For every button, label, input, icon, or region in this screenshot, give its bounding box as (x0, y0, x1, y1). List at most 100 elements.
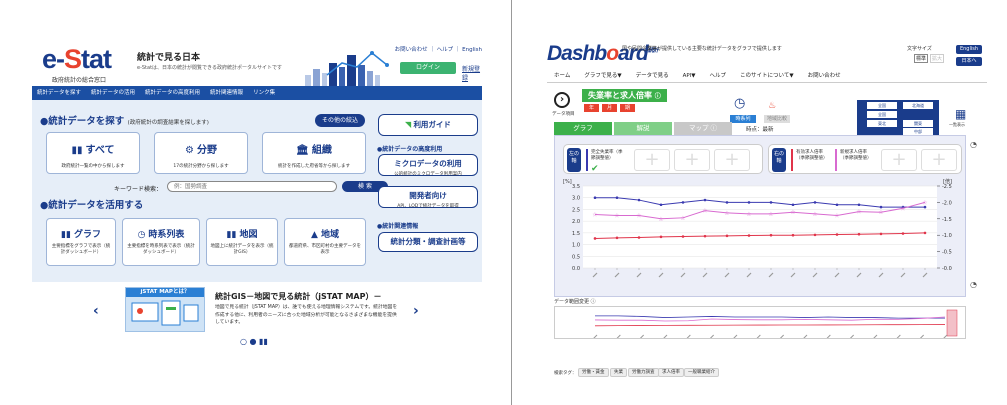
series-point-pink: ☆ (900, 205, 905, 212)
nav-item-search[interactable]: 統計データを探す (32, 86, 86, 100)
range-slider-chart[interactable] (554, 306, 966, 339)
register-link[interactable]: 新規登録 (462, 64, 482, 82)
series-point-pink: ☆ (746, 211, 751, 218)
add-right-series-button[interactable]: + (881, 149, 917, 171)
settings-help-icon[interactable]: ◔ (970, 140, 977, 149)
tab-graph[interactable]: グラフ (554, 122, 612, 135)
font-size-large-button[interactable]: 拡大 (930, 54, 944, 63)
tab-explanation[interactable]: 解説 (614, 122, 672, 135)
developer-button[interactable]: 開発者向け API、LODで統計データを取得 (378, 186, 478, 209)
carousel-dots[interactable]: ○ ● ▮▮ (240, 337, 268, 346)
tag-labor[interactable]: 労働・賃金 (578, 368, 609, 377)
user-guide-button[interactable]: ◥ 利用ガイド (378, 114, 478, 136)
banner-head: jSTAT MAPとは？ (126, 288, 204, 297)
microdata-sub: 公的統計のミクロデータ利用案内 (394, 172, 462, 177)
series-point-blue (615, 196, 619, 200)
gis-title[interactable]: 統計GIS－地図で見る統計（jSTAT MAP）－ (215, 291, 381, 302)
period-quarter-button[interactable]: 期 (620, 104, 635, 112)
card-region[interactable]: ▲ 地域 都道府県、市区町村の主要データを表示 (284, 218, 366, 266)
use-section-title: ●統計データを活用する (40, 200, 144, 211)
area-compare-tab[interactable]: 地域比較 (764, 115, 790, 123)
nav-item-use[interactable]: 統計データの活用 (86, 86, 140, 100)
range-x-tick (779, 334, 785, 338)
nav-contact[interactable]: お問い合わせ (801, 71, 848, 81)
period-year-button[interactable]: 年 (584, 104, 599, 112)
range-x-tick (919, 334, 925, 338)
microdata-button[interactable]: ミクロデータの利用 公的統計のミクロデータ利用案内 (378, 154, 478, 177)
card-field[interactable]: ⚙ 分野 17の統計分野から探します (154, 132, 248, 174)
login-button[interactable]: ログイン (400, 62, 456, 74)
search-section-note: (政府統計の調査結果を探します) (127, 120, 209, 126)
estat-logo[interactable]: e-Stat (42, 44, 112, 75)
tag-unemployment[interactable]: 失業 (610, 368, 627, 377)
period-month-button[interactable]: 月 (602, 104, 617, 112)
nav-api[interactable]: API▼ (676, 71, 703, 81)
nav-item-links[interactable]: リンク集 (248, 86, 280, 100)
keyword-input[interactable] (167, 181, 337, 192)
nav-help[interactable]: ヘルプ (703, 71, 734, 81)
y-tick-left: 0.5 (572, 254, 580, 260)
add-left-series-button-2[interactable]: + (674, 149, 710, 171)
tab-map[interactable]: マップ ⓘ (674, 122, 732, 135)
region-btn-6[interactable]: 中部 (903, 128, 933, 135)
right-axis-item-1[interactable]: 有効求人倍率（季節調整値） (791, 149, 833, 171)
y-tick-left: 2.5 (572, 207, 580, 213)
x-tick-label-mark (856, 272, 862, 278)
region-btn-1[interactable]: 全国 (867, 102, 897, 109)
x-tick-label-mark (592, 272, 598, 278)
right-axis-item-2[interactable]: 新規求人倍率（季節調整値） (835, 149, 877, 171)
y-tick-left: 3.0 (572, 196, 580, 202)
grid-view-icon[interactable]: ▦ (955, 107, 966, 121)
carousel-next-icon[interactable]: › (413, 303, 419, 319)
add-right-series-button-2[interactable]: + (921, 149, 957, 171)
more-filter-button[interactable]: その他の絞込 (315, 114, 365, 127)
range-x-tick (709, 334, 715, 338)
chart-help-icon[interactable]: ◔ (970, 280, 977, 289)
jstat-map-banner[interactable]: jSTAT MAPとは？ (125, 287, 205, 332)
tag-labor-survey[interactable]: 労働力調査 (628, 368, 659, 377)
x-tick-label-mark (834, 272, 840, 278)
card-graph[interactable]: ▮▮ グラフ 主要指標をグラフで表示（統計ダッシュボード） (46, 218, 116, 266)
series-point-pink: ☆ (702, 208, 707, 215)
nav-item-advanced[interactable]: 統計データの高度利用 (140, 86, 205, 100)
top-links[interactable]: お問い合わせ ｜ ヘルプ ｜ English (395, 45, 482, 53)
english-button[interactable]: English (956, 45, 982, 54)
nav-home[interactable]: ホーム (547, 71, 577, 81)
region-btn-2[interactable]: 北海道 (903, 102, 933, 109)
card-all-desc: 政府統計一覧の中から探します (61, 164, 125, 169)
x-tick-label-mark (680, 272, 686, 278)
page-title: 統計で見る日本 (137, 53, 201, 63)
tag-job-ratio[interactable]: 求人倍率 (658, 368, 684, 377)
region-btn-3[interactable]: 全国 (867, 111, 897, 118)
carousel-prev-icon[interactable]: ‹ (93, 303, 99, 319)
help-icon[interactable]: ⓘ (711, 124, 718, 132)
classification-button[interactable]: 統計分類・調査計画等 (378, 232, 478, 252)
time-point[interactable]: 時点：最新 (746, 125, 774, 133)
region-btn-5[interactable]: 関東 (903, 120, 933, 127)
series-point-red (747, 234, 751, 237)
card-organization[interactable]: 🏛 組織 統計を作成した府省等から探します (262, 132, 366, 174)
nav-about[interactable]: このサイトについて▼ (733, 71, 801, 81)
back-arrow-icon[interactable]: › (554, 92, 570, 108)
region-btn-4[interactable]: 東北 (867, 120, 897, 127)
nav-item-related[interactable]: 統計関連情報 (205, 86, 248, 100)
x-tick-label-mark (812, 272, 818, 278)
series-point-red (725, 234, 729, 238)
timeseries-tab[interactable]: 時系列 (730, 115, 756, 123)
range-help-icon[interactable]: ⓘ (591, 299, 596, 305)
card-timeseries[interactable]: ◷ 時系列表 主要指標を時系列表で表示（統計ダッシュボード） (122, 218, 200, 266)
card-all[interactable]: ▮▮ すべて 政府統計一覧の中から探します (46, 132, 140, 174)
add-left-series-button-3[interactable]: + (714, 149, 750, 171)
card-map[interactable]: ▮▮ 地図 地図上に統計データを表示（統計GIS） (206, 218, 278, 266)
y-tick-left: 1.5 (572, 231, 580, 237)
tag-job-placement[interactable]: 一般職業紹介 (684, 368, 719, 377)
nav-graph[interactable]: グラフで見る▼ (577, 71, 628, 81)
add-left-series-button[interactable]: + (634, 149, 670, 171)
japanese-button[interactable]: 日本へ (956, 57, 982, 66)
card-region-title: 地域 (320, 230, 339, 240)
font-size-standard-button[interactable]: 標準 (914, 54, 928, 63)
range-x-tick (826, 334, 831, 338)
info-icon[interactable]: ⓘ (655, 93, 661, 100)
nav-data[interactable]: データで見る (629, 71, 676, 81)
left-axis-item[interactable]: 完全失業率（季節調整値） ✔ (586, 149, 628, 174)
